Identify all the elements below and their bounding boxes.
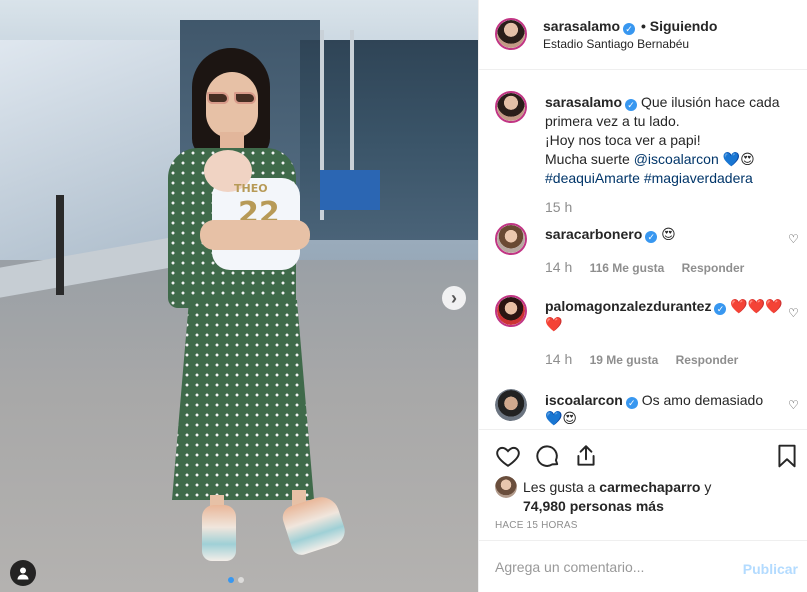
carousel-dot-active — [228, 577, 234, 583]
hashtag-link[interactable]: #deaquiAmarte — [545, 170, 640, 186]
follow-status[interactable]: • Siguiendo — [641, 18, 717, 34]
reply-button[interactable]: Responder — [682, 261, 745, 275]
caption-time[interactable]: 15 h — [545, 199, 572, 215]
sneaker — [202, 505, 236, 561]
photo-building — [300, 40, 478, 240]
woman-arm — [200, 220, 310, 250]
comment: palomagonzalezdurantez ✓ ❤️❤️❤️❤️ — [545, 297, 785, 333]
comment-username[interactable]: saracarbonero — [545, 226, 642, 242]
post-caption: sarasalamo ✓ Que ilusión hace cada primer… — [545, 93, 785, 188]
comment-input[interactable] — [495, 555, 725, 579]
comment-username[interactable]: iscoalarcon — [545, 392, 623, 408]
verified-icon: ✓ — [645, 231, 658, 243]
caption-line2: ¡Hoy nos toca ver a papi! — [545, 132, 701, 148]
post-header: sarasalamo ✓ • Siguiendo Estadio Santiago… — [479, 0, 807, 70]
heart-icon[interactable]: ♡ — [788, 233, 800, 245]
post-location[interactable]: Estadio Santiago Bernabéu — [543, 37, 689, 51]
comment-likes[interactable]: 116 Me gusta — [590, 261, 665, 275]
author-username[interactable]: sarasalamo — [543, 18, 620, 34]
photo-container — [320, 170, 380, 210]
caption-line3-suffix: 💙😍 — [718, 151, 755, 167]
avatar[interactable] — [495, 389, 527, 421]
verified-icon: ✓ — [625, 99, 638, 111]
verified-icon: ✓ — [714, 303, 727, 315]
comment-text: 😍 — [661, 226, 676, 242]
sunglasses — [207, 92, 257, 104]
likes-prefix: Les gusta a — [523, 479, 600, 495]
avatar[interactable] — [495, 223, 527, 255]
verified-icon: ✓ — [623, 23, 636, 35]
avatar[interactable] — [495, 91, 527, 123]
reply-button[interactable]: Responder — [676, 353, 739, 367]
likes-count[interactable]: 74,980 personas más — [523, 498, 664, 514]
comment: saracarbonero ✓ 😍 — [545, 225, 775, 243]
woman-face — [206, 72, 258, 138]
comment-likes[interactable]: 19 Me gusta — [590, 353, 659, 367]
heart-icon[interactable]: ♡ — [788, 307, 800, 319]
caption-username[interactable]: sarasalamo — [545, 94, 622, 110]
comment-meta: 14 h 19 Me gusta Responder — [545, 351, 738, 367]
comments-list: sarasalamo ✓ Que ilusión hace cada primer… — [479, 71, 807, 429]
heart-icon[interactable]: ♡ — [788, 399, 800, 411]
likes-user[interactable]: carmechaparro — [599, 479, 700, 495]
polka-dot-skirt — [172, 300, 314, 500]
post-actions: Les gusta a carmechaparro y 74,980 perso… — [479, 429, 807, 539]
comment-time[interactable]: 14 h — [545, 351, 572, 367]
next-arrow-icon[interactable]: › — [442, 286, 466, 310]
comment-username[interactable]: palomagonzalezdurantez — [545, 298, 711, 314]
post-side-panel: sarasalamo ✓ • Siguiendo Estadio Santiago… — [478, 0, 807, 592]
jersey-name: THEO — [234, 182, 268, 195]
bookmark-icon[interactable] — [774, 443, 800, 469]
comment-time[interactable]: 14 h — [545, 259, 572, 275]
comment: iscoalarcon ✓ Os amo demasiado 💙😍 — [545, 391, 775, 427]
avatar[interactable] — [495, 18, 527, 50]
hashtag-link[interactable]: #magiaverdadera — [644, 170, 753, 186]
comment-composer: Publicar — [479, 540, 807, 592]
heart-icon[interactable] — [495, 443, 521, 469]
likes-summary: Les gusta a carmechaparro y 74,980 perso… — [523, 478, 793, 516]
avatar[interactable] — [495, 476, 517, 498]
verified-icon: ✓ — [625, 397, 638, 409]
mention-link[interactable]: @iscoalarcon — [634, 151, 719, 167]
comment-meta: 14 h 116 Me gusta Responder — [545, 259, 744, 275]
photo-scaffold — [350, 30, 354, 190]
carousel-indicator — [228, 577, 244, 583]
publish-button[interactable]: Publicar — [743, 561, 798, 577]
user-tag-icon[interactable] — [10, 560, 36, 586]
post-timestamp[interactable]: Hace 15 horas — [495, 520, 578, 531]
photo-bollard — [56, 195, 64, 295]
avatar[interactable] — [495, 295, 527, 327]
caption-line3-prefix: Mucha suerte — [545, 151, 634, 167]
comment-icon[interactable] — [535, 443, 561, 469]
carousel-dot — [238, 577, 244, 583]
likes-mid: y — [700, 479, 712, 495]
share-icon[interactable] — [573, 443, 599, 469]
post-photo[interactable]: THEO 22 › — [0, 0, 478, 592]
